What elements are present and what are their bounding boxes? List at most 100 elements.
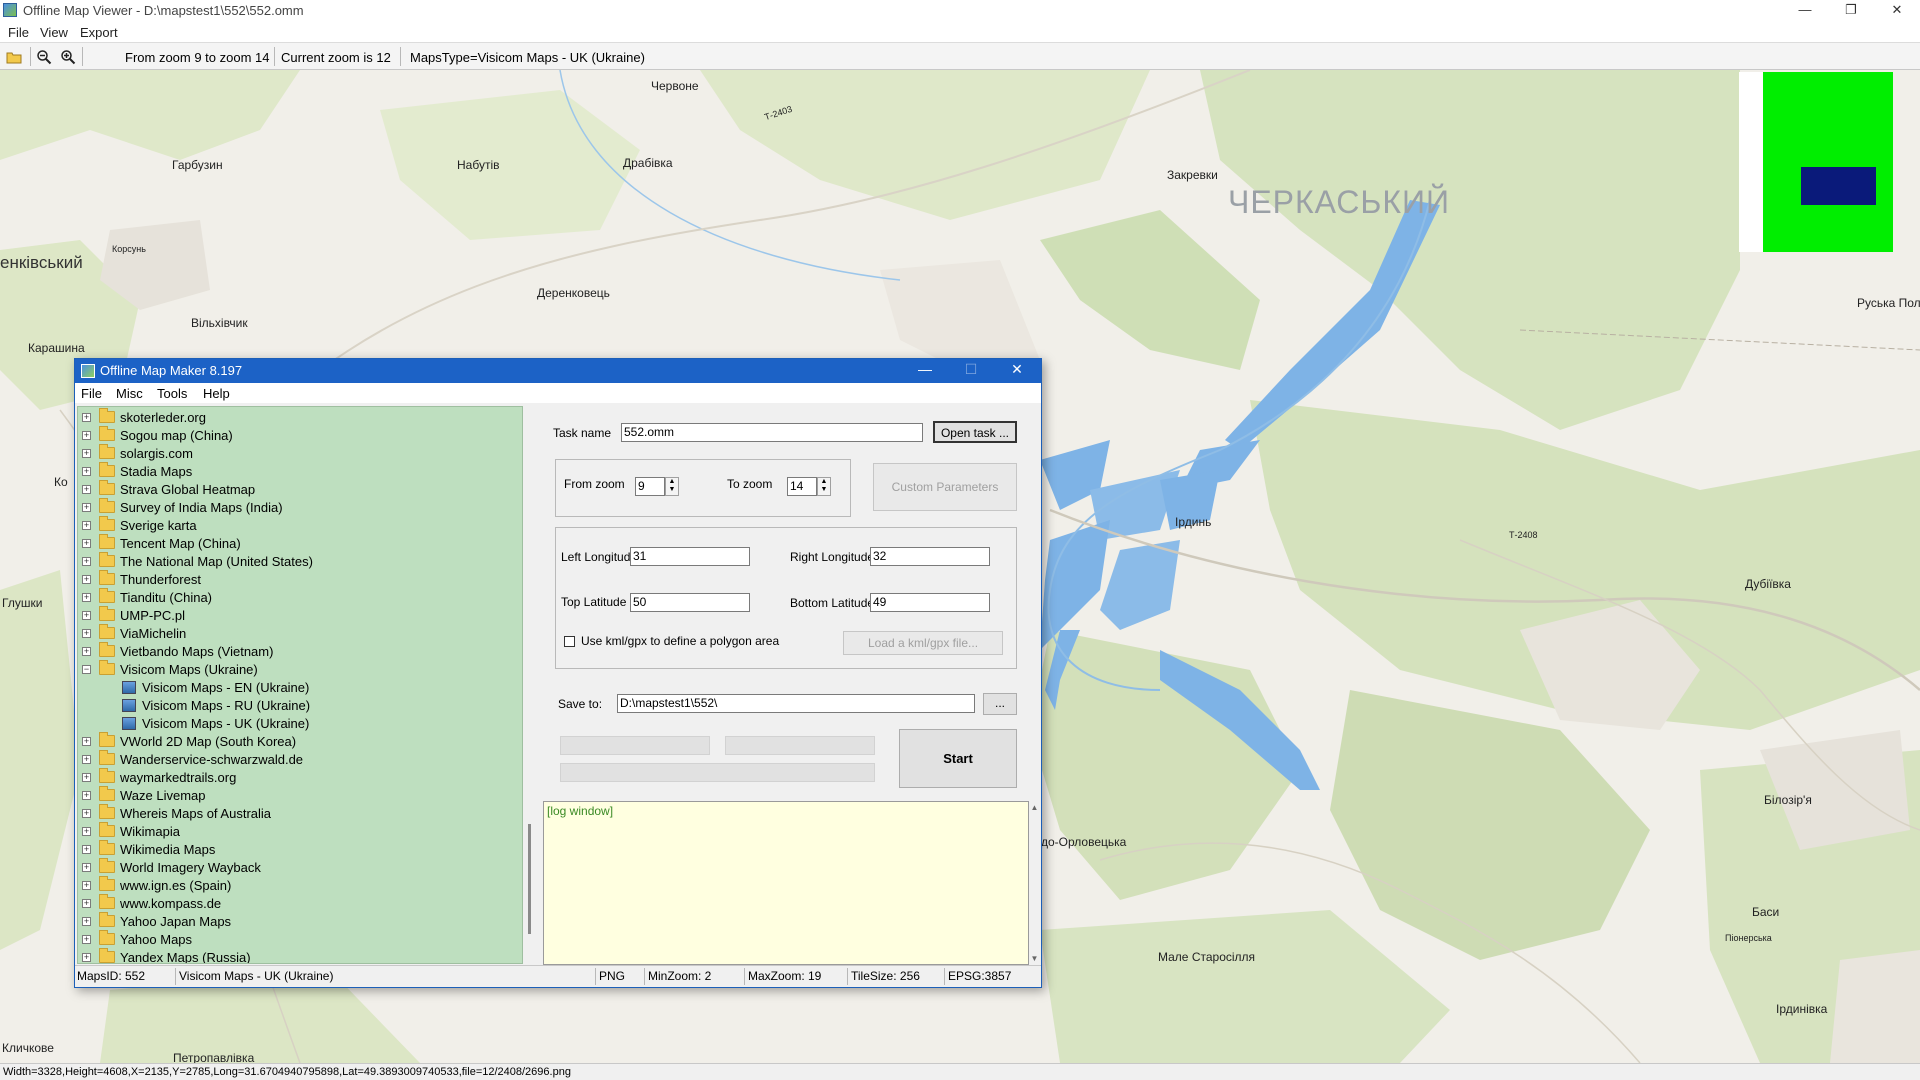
- expand-icon[interactable]: +: [82, 737, 91, 746]
- expand-icon[interactable]: +: [82, 917, 91, 926]
- tree-scroll-thumb[interactable]: [528, 824, 531, 934]
- tree-item[interactable]: Visicom Maps - EN (Ukraine): [78, 679, 518, 697]
- load-kml-button[interactable]: Load a kml/gpx file...: [843, 631, 1003, 655]
- dialog-menu-help[interactable]: Help: [203, 386, 230, 401]
- tree-item[interactable]: + ViaMichelin: [78, 624, 518, 643]
- tree-item[interactable]: + Yandex Maps (Russia): [78, 948, 518, 963]
- expand-icon[interactable]: +: [82, 845, 91, 854]
- tree-item[interactable]: + Yahoo Japan Maps: [78, 912, 518, 931]
- expand-icon[interactable]: +: [82, 467, 91, 476]
- menu-file[interactable]: File: [8, 25, 29, 40]
- expand-icon[interactable]: +: [82, 521, 91, 530]
- open-task-button[interactable]: Open task ...: [933, 421, 1017, 443]
- expand-icon[interactable]: +: [82, 863, 91, 872]
- expand-icon[interactable]: +: [82, 629, 91, 638]
- tree-item[interactable]: + Sverige karta: [78, 516, 518, 535]
- expand-icon[interactable]: +: [82, 647, 91, 656]
- save-to-input[interactable]: D:\mapstest1\552\: [617, 694, 975, 713]
- expand-icon[interactable]: +: [82, 935, 91, 944]
- tree-item[interactable]: + waymarkedtrails.org: [78, 768, 518, 787]
- expand-icon[interactable]: +: [82, 431, 91, 440]
- zoom-out-icon[interactable]: [36, 49, 52, 65]
- tree-item[interactable]: + Vietbando Maps (Vietnam): [78, 642, 518, 661]
- log-scrollbar[interactable]: ▲ ▼: [1029, 801, 1040, 965]
- minimize-button[interactable]: —: [1782, 0, 1828, 22]
- tree-item[interactable]: + www.kompass.de: [78, 894, 518, 913]
- tree-item[interactable]: − Visicom Maps (Ukraine): [78, 660, 518, 679]
- dialog-maximize-button[interactable]: ☐: [951, 361, 991, 378]
- expand-icon[interactable]: +: [82, 575, 91, 584]
- top-latitude-input[interactable]: 50: [630, 593, 750, 612]
- tree-item[interactable]: + solargis.com: [78, 444, 518, 463]
- tree-item[interactable]: + Wanderservice-schwarzwald.de: [78, 750, 518, 769]
- right-longitude-input[interactable]: 32: [870, 547, 990, 566]
- expand-icon[interactable]: +: [82, 503, 91, 512]
- kml-checkbox[interactable]: [564, 636, 575, 647]
- expand-icon[interactable]: +: [82, 899, 91, 908]
- dialog-menu-file[interactable]: File: [81, 386, 102, 401]
- scroll-up-icon[interactable]: ▲: [1029, 803, 1040, 812]
- expand-icon[interactable]: +: [82, 827, 91, 836]
- tree-item[interactable]: + UMP-PC.pl: [78, 606, 518, 625]
- tree-item[interactable]: Visicom Maps - UK (Ukraine): [78, 715, 518, 733]
- minimap-viewport[interactable]: [1801, 167, 1876, 205]
- left-longitude-input[interactable]: 31: [630, 547, 750, 566]
- tree-item[interactable]: + World Imagery Wayback: [78, 858, 518, 877]
- from-zoom-input[interactable]: 9: [635, 477, 665, 496]
- expand-icon[interactable]: +: [82, 539, 91, 548]
- open-folder-icon[interactable]: [6, 49, 22, 65]
- expand-icon[interactable]: +: [82, 557, 91, 566]
- expand-icon[interactable]: +: [82, 611, 91, 620]
- tree-scrollbar[interactable]: [525, 406, 535, 964]
- close-button[interactable]: ✕: [1874, 0, 1920, 22]
- tree-item[interactable]: + Wikimapia: [78, 822, 518, 841]
- tree-item[interactable]: + Thunderforest: [78, 570, 518, 589]
- expand-icon[interactable]: +: [82, 809, 91, 818]
- log-window[interactable]: [log window]: [543, 801, 1029, 965]
- browse-button[interactable]: ...: [983, 693, 1017, 715]
- tree-item[interactable]: + Stadia Maps: [78, 462, 518, 481]
- expand-icon[interactable]: +: [82, 449, 91, 458]
- start-button[interactable]: Start: [899, 729, 1017, 788]
- tree-item[interactable]: Visicom Maps - RU (Ukraine): [78, 697, 518, 715]
- to-zoom-input[interactable]: 14: [787, 477, 817, 496]
- tree-item[interactable]: + Strava Global Heatmap: [78, 480, 518, 499]
- zoom-in-icon[interactable]: [60, 49, 76, 65]
- tree-item[interactable]: + Yahoo Maps: [78, 930, 518, 949]
- maps-tree[interactable]: + skoterleder.org + Sogou map (China) + solar…: [77, 406, 523, 964]
- tree-item[interactable]: + Whereis Maps of Australia: [78, 804, 518, 823]
- scroll-down-icon[interactable]: ▼: [1029, 954, 1040, 963]
- from-zoom-spinner[interactable]: ▲ ▼: [665, 477, 679, 496]
- expand-icon[interactable]: +: [82, 881, 91, 890]
- tree-item[interactable]: + VWorld 2D Map (South Korea): [78, 732, 518, 751]
- tree-item[interactable]: + Tianditu (China): [78, 588, 518, 607]
- tree-item[interactable]: + skoterleder.org: [78, 408, 518, 427]
- tree-item[interactable]: + Waze Livemap: [78, 786, 518, 805]
- to-zoom-spinner[interactable]: ▲ ▼: [817, 477, 831, 496]
- task-name-input[interactable]: 552.omm: [621, 423, 923, 442]
- dialog-close-button[interactable]: ✕: [997, 361, 1037, 378]
- expand-icon[interactable]: +: [82, 485, 91, 494]
- tree-item[interactable]: + Tencent Map (China): [78, 534, 518, 553]
- dialog-menu-tools[interactable]: Tools: [157, 386, 187, 401]
- expand-icon[interactable]: +: [82, 773, 91, 782]
- expand-icon[interactable]: +: [82, 413, 91, 422]
- menu-view[interactable]: View: [40, 25, 68, 40]
- bottom-latitude-input[interactable]: 49: [870, 593, 990, 612]
- expand-icon[interactable]: +: [82, 755, 91, 764]
- minimap[interactable]: [1763, 72, 1893, 252]
- tree-item[interactable]: + Survey of India Maps (India): [78, 498, 518, 517]
- tree-item[interactable]: + Wikimedia Maps: [78, 840, 518, 859]
- tree-item[interactable]: + www.ign.es (Spain): [78, 876, 518, 895]
- dialog-menu-misc[interactable]: Misc: [116, 386, 143, 401]
- tree-item[interactable]: + The National Map (United States): [78, 552, 518, 571]
- expand-icon[interactable]: +: [82, 593, 91, 602]
- expand-icon[interactable]: +: [82, 791, 91, 800]
- custom-parameters-button[interactable]: Custom Parameters: [873, 463, 1017, 511]
- dialog-minimize-button[interactable]: —: [905, 361, 945, 377]
- tree-item[interactable]: + Sogou map (China): [78, 426, 518, 445]
- collapse-icon[interactable]: −: [82, 665, 91, 674]
- restore-button[interactable]: ❐: [1828, 0, 1874, 22]
- expand-icon[interactable]: +: [82, 953, 91, 962]
- menu-export[interactable]: Export: [80, 25, 118, 40]
